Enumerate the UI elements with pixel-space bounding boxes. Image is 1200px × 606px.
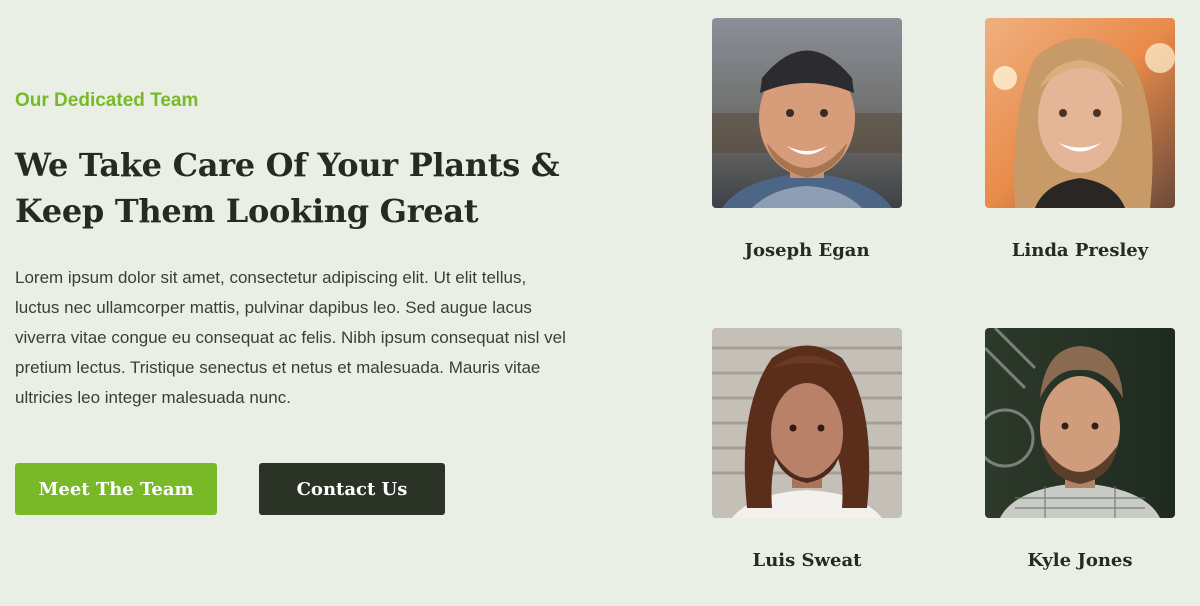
team-member-photo <box>712 328 902 518</box>
team-member-name: Joseph Egan <box>744 240 870 261</box>
team-member-photo <box>985 18 1175 208</box>
team-member-photo <box>712 18 902 208</box>
team-member-photo <box>985 328 1175 518</box>
team-member-name: Kyle Jones <box>1027 550 1133 571</box>
meet-the-team-button[interactable]: Meet The Team <box>15 463 217 515</box>
section-headline: We Take Care Of Your Plants & Keep Them … <box>15 142 575 234</box>
headline-line-2: Keep Them Looking Great <box>15 192 479 230</box>
contact-us-button[interactable]: Contact Us <box>259 463 445 515</box>
headline-line-1: We Take Care Of Your Plants & <box>15 146 560 184</box>
team-member-card: Joseph Egan <box>712 18 902 261</box>
section-body: Lorem ipsum dolor sit amet, consectetur … <box>15 268 566 407</box>
section-eyebrow: Our Dedicated Team <box>15 90 199 111</box>
team-member-card: Linda Presley <box>985 18 1175 261</box>
team-member-name: Luis Sweat <box>752 550 862 571</box>
team-member-card: Kyle Jones <box>985 328 1175 571</box>
team-member-card: Luis Sweat <box>712 328 902 571</box>
team-member-name: Linda Presley <box>1011 240 1149 261</box>
